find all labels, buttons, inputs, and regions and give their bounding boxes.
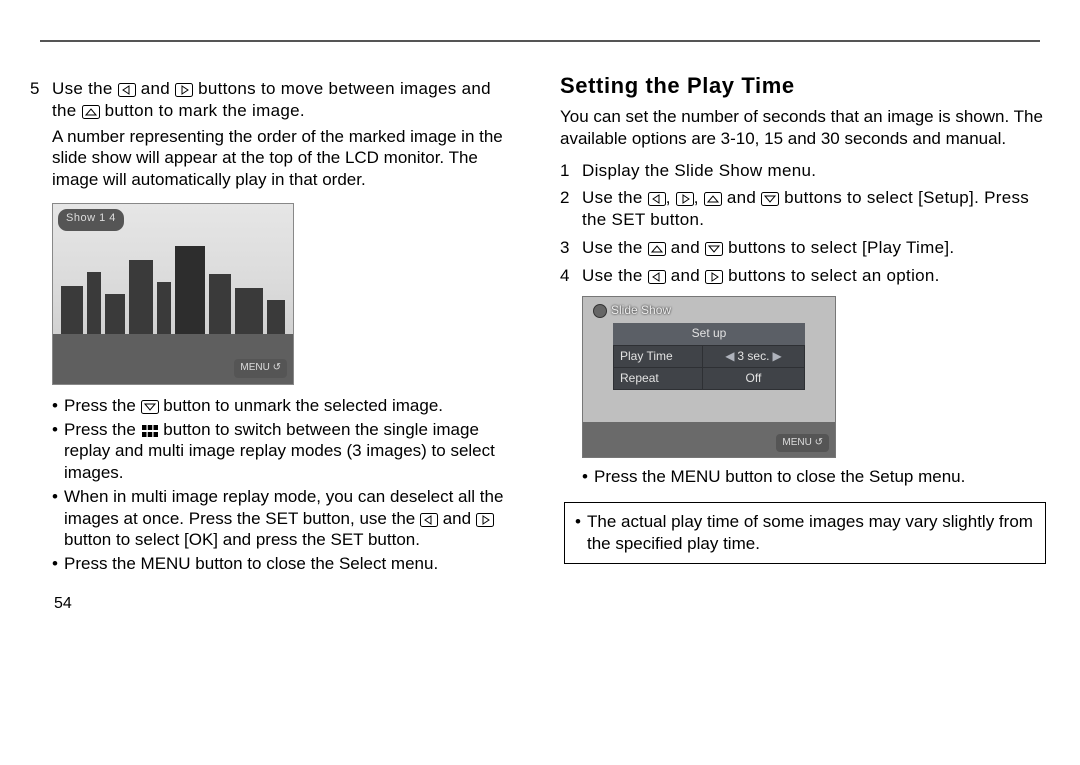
slideshow-icon — [593, 304, 607, 318]
bullet-marker: • — [52, 419, 64, 484]
note-box: • The actual play time of some images ma… — [564, 502, 1046, 564]
text: 3 sec. — [737, 349, 769, 363]
menu-row: Play Time ◀3 sec.▶ — [614, 345, 805, 367]
text: and — [141, 79, 175, 98]
right-arrow-icon — [705, 270, 723, 284]
bullet-marker: • — [582, 466, 594, 488]
bullet-item: • Press the button to switch between the… — [52, 419, 520, 484]
step-number: 3 — [560, 237, 582, 259]
text: , — [694, 188, 704, 207]
overlay-title: Slide Show — [593, 303, 671, 318]
menu-row: Repeat Off — [614, 368, 805, 390]
bullet-text: Press the button to switch between the s… — [64, 419, 520, 484]
top-rule — [40, 40, 1040, 42]
step-body: Use the and buttons to move between imag… — [52, 78, 520, 122]
text: buttons to select [Play Time]. — [728, 238, 954, 257]
bullet-list: • Press the button to unmark the selecte… — [52, 395, 520, 575]
text: When in multi image replay mode, you can… — [64, 487, 503, 528]
manual-page: 5 Use the and buttons to move between im… — [0, 0, 1080, 633]
text: Press the — [64, 420, 141, 439]
text: and — [727, 188, 761, 207]
bullet-marker: • — [52, 486, 64, 551]
text: buttons to select an option. — [728, 266, 940, 285]
step-number: 1 — [560, 160, 582, 182]
bullet-marker: • — [52, 395, 64, 417]
two-column-layout: 5 Use the and buttons to move between im… — [30, 72, 1050, 577]
text: button to select [OK] and press the SET … — [64, 530, 420, 549]
menu-badge: MENU ↺ — [776, 434, 829, 453]
step-body: Use the and buttons to select [Play Time… — [582, 237, 1050, 259]
up-arrow-icon — [648, 242, 666, 256]
text: Use the — [52, 79, 118, 98]
bullet-marker: • — [575, 511, 587, 555]
step-body: Use the , , and buttons to select [Setup… — [582, 187, 1050, 231]
step-number: 5 — [30, 78, 52, 122]
text: and — [671, 266, 705, 285]
bullet-item: • When in multi image replay mode, you c… — [52, 486, 520, 551]
page-number: 54 — [30, 595, 1050, 613]
bullet-item: • Press the MENU button to close the Set… — [582, 466, 1050, 488]
bullet-marker: • — [52, 553, 64, 575]
left-arrow-icon — [118, 83, 136, 97]
left-arrow-icon — [648, 270, 666, 284]
text: Use the — [582, 238, 648, 257]
step-number: 4 — [560, 265, 582, 287]
right-arrow-icon — [676, 192, 694, 206]
menu-key: Repeat — [614, 368, 703, 390]
menu-panel: Set up Play Time ◀3 sec.▶ Repeat Off — [613, 323, 805, 390]
step-1: 1 Display the Slide Show menu. — [560, 160, 1050, 182]
bullet-text: Press the button to unmark the selected … — [64, 395, 443, 417]
overlay-label: Show 1 4 — [58, 209, 124, 231]
step-body: Use the and buttons to select an option. — [582, 265, 1050, 287]
bullet-item: • Press the button to unmark the selecte… — [52, 395, 520, 417]
menu-key: Play Time — [614, 345, 703, 367]
bullet-text: When in multi image replay mode, you can… — [64, 486, 520, 551]
text: and — [443, 509, 476, 528]
left-arrow-icon — [420, 513, 438, 527]
section-heading: Setting the Play Time — [560, 72, 1050, 100]
text: Use the — [582, 188, 648, 207]
left-arrow-icon — [648, 192, 666, 206]
menu-header: Set up — [613, 323, 805, 344]
step-2: 2 Use the , , and buttons to select [Set… — [560, 187, 1050, 231]
lcd-screenshot-skyline: Show 1 4 MENU ↺ — [52, 203, 520, 385]
menu-badge: MENU ↺ — [234, 359, 287, 378]
text: button to mark the image. — [105, 101, 305, 120]
intro-text: You can set the number of seconds that a… — [560, 106, 1050, 150]
step-3: 3 Use the and buttons to select [Play Ti… — [560, 237, 1050, 259]
text: Use the — [582, 266, 648, 285]
up-arrow-icon — [82, 105, 100, 119]
text: , — [666, 188, 676, 207]
bullet-text: Press the MENU button to close the Selec… — [64, 553, 438, 575]
right-column: Setting the Play Time You can set the nu… — [560, 72, 1050, 577]
step-body: Display the Slide Show menu. — [582, 160, 1050, 182]
bullet-item: • Press the MENU button to close the Sel… — [52, 553, 520, 575]
menu-value: Off — [702, 368, 804, 390]
down-arrow-icon — [761, 192, 779, 206]
down-arrow-icon — [141, 400, 159, 414]
step-4: 4 Use the and buttons to select an optio… — [560, 265, 1050, 287]
step-5: 5 Use the and buttons to move between im… — [30, 78, 520, 122]
text: Slide Show — [611, 303, 671, 318]
text: and — [671, 238, 705, 257]
down-arrow-icon — [705, 242, 723, 256]
note-text: The actual play time of some images may … — [587, 511, 1035, 555]
text: Press the — [64, 396, 141, 415]
order-note: A number representing the order of the m… — [52, 126, 520, 191]
text: button to unmark the selected image. — [163, 396, 443, 415]
menu-value: ◀3 sec.▶ — [702, 345, 804, 367]
right-arrow-icon — [175, 83, 193, 97]
up-arrow-icon — [704, 192, 722, 206]
bullet-text: Press the MENU button to close the Setup… — [594, 466, 965, 488]
right-arrow-icon — [476, 513, 494, 527]
grid-icon — [141, 424, 159, 438]
step-number: 2 — [560, 187, 582, 231]
bullet-list: • Press the MENU button to close the Set… — [582, 466, 1050, 488]
left-column: 5 Use the and buttons to move between im… — [30, 72, 520, 577]
lcd-screenshot-slideshow-menu: Slide Show Set up Play Time ◀3 sec.▶ Rep… — [582, 296, 836, 458]
